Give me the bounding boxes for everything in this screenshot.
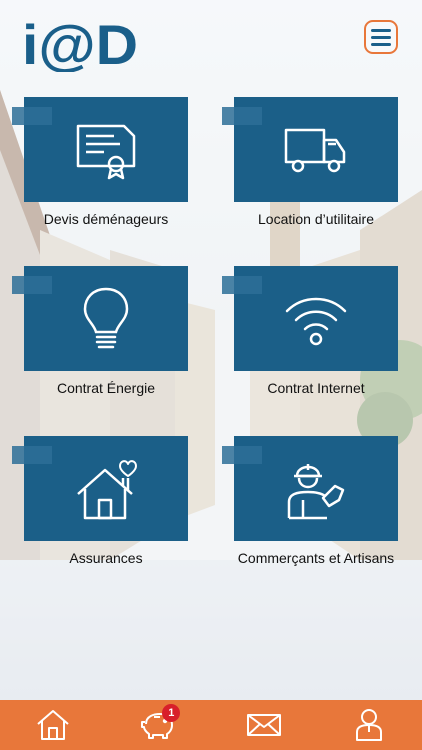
mail-icon — [246, 714, 281, 736]
tile-label: Contrat Internet — [267, 380, 365, 396]
iad-logo: i@D — [22, 14, 138, 72]
tile-contrat-energie[interactable]: Contrat Énergie — [12, 266, 188, 396]
tile-devis-demenageurs[interactable]: Devis déménageurs — [12, 97, 188, 227]
tile-label: Assurances — [69, 550, 143, 566]
truck-icon — [284, 128, 346, 172]
nav-savings[interactable]: 1 — [128, 700, 188, 750]
tile-commercants-artisans[interactable]: Commerçants et Artisans — [222, 436, 398, 566]
tile-location-utilitaire[interactable]: Location d’utilitaire — [222, 97, 398, 227]
tile-contrat-internet[interactable]: Contrat Internet — [222, 266, 398, 396]
nav-messages[interactable] — [234, 700, 294, 750]
tile-label: Commerçants et Artisans — [237, 550, 395, 566]
svg-text:i@D: i@D — [22, 14, 138, 72]
certificate-icon — [76, 124, 136, 179]
user-icon — [356, 709, 383, 741]
nav-profile[interactable] — [339, 700, 399, 750]
hamburger-menu-icon[interactable] — [364, 20, 398, 54]
tile-label: Location d’utilitaire — [258, 211, 374, 227]
worker-icon — [287, 463, 345, 519]
tile-label: Devis déménageurs — [43, 211, 169, 227]
home-icon — [37, 710, 69, 740]
tile-assurances[interactable]: Assurances — [12, 436, 188, 566]
notification-badge: 1 — [162, 704, 181, 722]
bottom-nav-bar: 1 — [0, 700, 422, 750]
tile-label: Contrat Énergie — [56, 380, 156, 396]
house-heart-icon — [77, 459, 137, 519]
lightbulb-icon — [83, 287, 129, 348]
wifi-icon — [285, 297, 347, 345]
nav-home[interactable] — [23, 700, 83, 750]
